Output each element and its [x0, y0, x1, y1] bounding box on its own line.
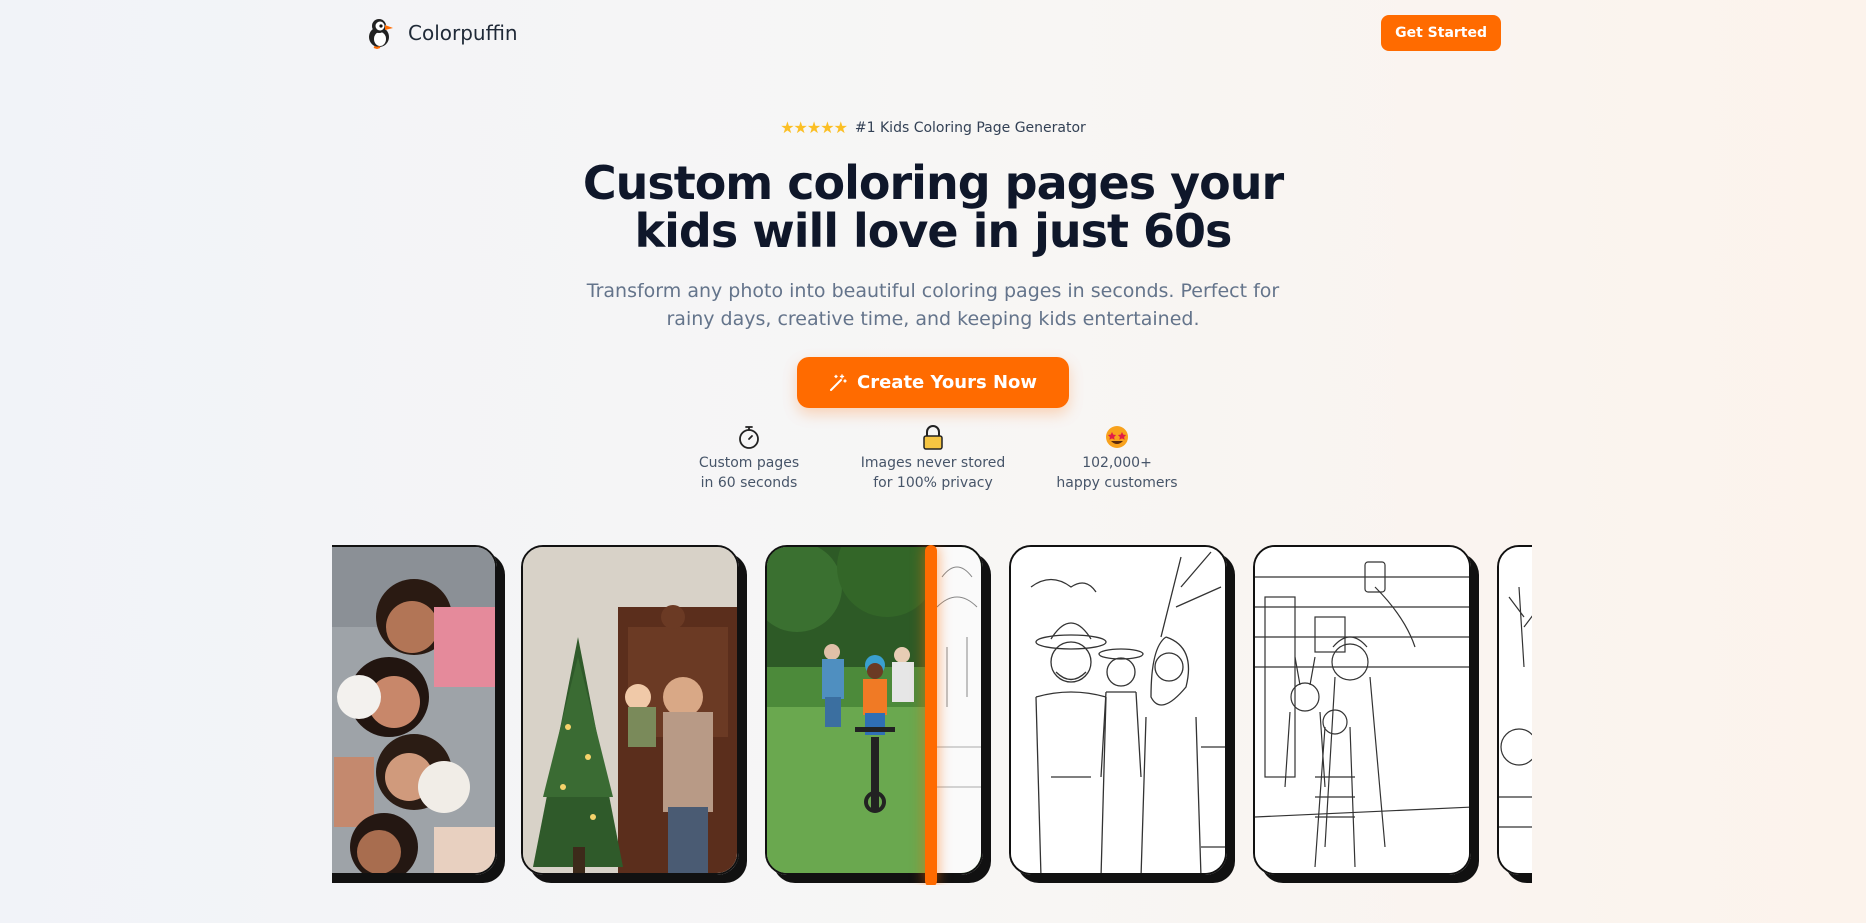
create-yours-now-button[interactable]: Create Yours Now [797, 357, 1069, 408]
gallery-card-selfie-coloring-page [1253, 545, 1471, 875]
lock-icon [923, 425, 943, 450]
subtitle-line-1: Transform any photo into beautiful color… [586, 280, 1280, 302]
stopwatch-icon [739, 426, 759, 449]
headline-line-2: kids will love in just 60s [634, 204, 1233, 258]
feature-label-2: for 100% privacy [873, 475, 993, 491]
five-star-rating-icon: ★★★★★ [780, 118, 848, 137]
feature-label-1: 102,000+ [1082, 455, 1152, 471]
example-gallery [332, 545, 1532, 885]
before-after-slider-handle[interactable] [925, 545, 937, 885]
subtitle-line-2: rainy days, creative time, and keeping k… [666, 308, 1200, 330]
headline-line-1: Custom coloring pages your [582, 156, 1284, 210]
rating: ★★★★★ #1 Kids Coloring Page Generator [0, 118, 1866, 137]
brand-name: Colorpuffin [408, 21, 518, 45]
gallery-card-family-photo [332, 545, 497, 875]
hero-subtitle: Transform any photo into beautiful color… [583, 277, 1283, 333]
gallery-card-tree-coloring-page [1497, 545, 1532, 875]
feature-label-2: in 60 seconds [700, 475, 798, 491]
feature-label-2: happy customers [1056, 475, 1178, 491]
magic-wand-icon [830, 373, 847, 391]
star-struck-emoji-icon [1106, 426, 1128, 448]
feature-item: Custom pages in 60 seconds [657, 424, 841, 493]
feature-list: Custom pages in 60 seconds Images never … [0, 424, 1866, 493]
puffin-logo [369, 19, 393, 49]
get-started-button[interactable]: Get Started [1381, 15, 1501, 51]
rating-text: #1 Kids Coloring Page Generator [854, 119, 1086, 136]
gallery-card-bike-comparison [765, 545, 983, 875]
feature-label-1: Images never stored [860, 455, 1006, 471]
page-title: Custom coloring pages your kids will lov… [0, 159, 1866, 255]
create-yours-now-label: Create Yours Now [857, 372, 1037, 393]
top-nav: Colorpuffin Get Started [332, 0, 1534, 66]
feature-item: 102,000+ happy customers [1025, 424, 1209, 493]
feature-label-1: Custom pages [698, 455, 800, 471]
gallery-card-cowboy-coloring-page [1009, 545, 1227, 875]
gallery-card-christmas-photo [521, 545, 739, 875]
feature-item: Images never stored for 100% privacy [841, 424, 1025, 493]
hero-section: ★★★★★ #1 Kids Coloring Page Generator Cu… [0, 118, 1866, 493]
brand[interactable]: Colorpuffin [364, 17, 518, 49]
